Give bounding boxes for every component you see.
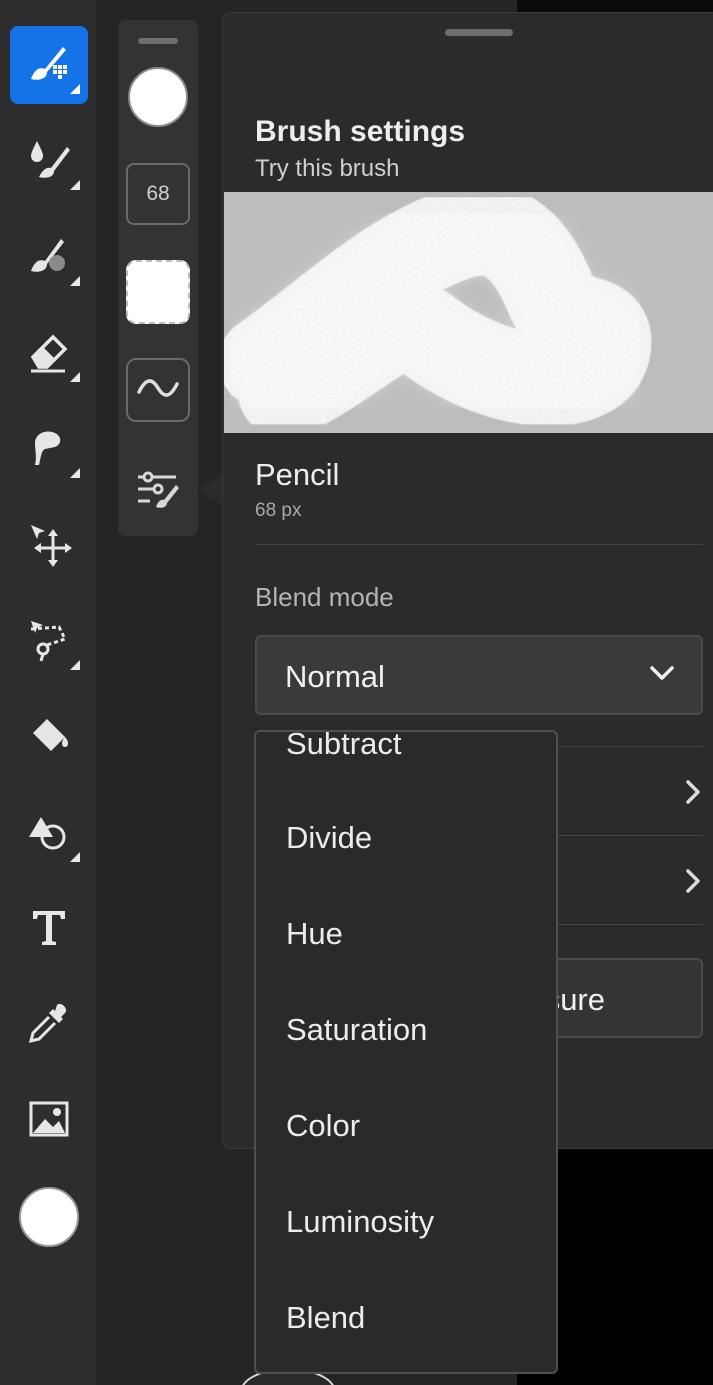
submenu-indicator-icon xyxy=(70,468,80,478)
brush-size-button[interactable]: 68 xyxy=(126,163,190,225)
mixer-brush-tool-button[interactable] xyxy=(10,122,88,200)
move-tool-button[interactable] xyxy=(10,506,88,584)
foreground-color-swatch[interactable] xyxy=(19,1187,79,1247)
image-icon xyxy=(25,1095,73,1148)
heal-tool-button[interactable] xyxy=(10,410,88,488)
eraser-icon xyxy=(25,327,73,380)
text-tool-button[interactable] xyxy=(10,890,88,968)
submenu-indicator-icon xyxy=(70,180,80,190)
paintbrush-grid-icon xyxy=(25,39,73,92)
sliders-brush-icon xyxy=(134,469,182,514)
drop-brush-icon xyxy=(25,135,73,188)
eraser-tool-button[interactable] xyxy=(10,314,88,392)
brush-tool-button[interactable] xyxy=(10,26,88,104)
brush-blob-icon xyxy=(25,231,73,284)
brush-quick-bar: 68 xyxy=(118,20,198,536)
lasso-icon xyxy=(25,615,73,668)
submenu-indicator-icon xyxy=(70,660,80,670)
brush-preview-canvas[interactable] xyxy=(224,192,713,433)
blend-mode-dropdown[interactable]: Subtract Divide Hue Saturation Color Lum… xyxy=(254,730,558,1374)
divider xyxy=(255,544,703,545)
panel-title: Brush settings xyxy=(255,115,466,148)
move-arrow-icon xyxy=(25,519,73,572)
dropdown-item-color[interactable]: Color xyxy=(286,1108,360,1144)
submenu-indicator-icon xyxy=(70,852,80,862)
popover-pointer xyxy=(198,474,224,506)
shape-tool-button[interactable] xyxy=(10,794,88,872)
blend-mode-select[interactable]: Normal xyxy=(255,635,703,715)
eyedropper-icon xyxy=(25,999,73,1052)
panel-drag-handle[interactable] xyxy=(445,29,513,36)
blend-mode-label: Blend mode xyxy=(255,582,394,612)
brush-tip-preview[interactable] xyxy=(128,67,188,127)
submenu-indicator-icon xyxy=(70,276,80,286)
shapes-icon xyxy=(25,807,73,860)
healing-icon xyxy=(25,423,73,476)
eyedropper-tool-button[interactable] xyxy=(10,986,88,1064)
tool-sidebar xyxy=(0,0,96,1385)
brush-smoothing-button[interactable] xyxy=(126,358,190,422)
drag-handle[interactable] xyxy=(138,38,178,44)
image-tool-button[interactable] xyxy=(10,1082,88,1160)
brush-name: Pencil xyxy=(255,457,340,492)
chevron-right-icon[interactable] xyxy=(685,779,701,805)
smudge-tool-button[interactable] xyxy=(10,218,88,296)
fill-tool-button[interactable] xyxy=(10,698,88,776)
dropdown-item-saturation[interactable]: Saturation xyxy=(286,1012,427,1048)
chevron-down-icon xyxy=(650,666,674,680)
wave-icon xyxy=(136,376,180,405)
dropdown-item-subtract[interactable]: Subtract xyxy=(286,732,401,762)
text-t-icon xyxy=(25,903,73,956)
brush-opacity-button[interactable] xyxy=(126,260,190,324)
paint-bucket-icon xyxy=(25,711,73,764)
dropdown-item-blend[interactable]: Blend xyxy=(286,1300,365,1336)
panel-subtitle: Try this brush xyxy=(255,155,400,182)
submenu-indicator-icon xyxy=(70,372,80,382)
brush-size-label: 68 px xyxy=(255,500,302,521)
chevron-right-icon[interactable] xyxy=(685,868,701,894)
dropdown-item-luminosity[interactable]: Luminosity xyxy=(286,1204,434,1240)
blend-mode-value: Normal xyxy=(285,659,385,694)
dropdown-item-hue[interactable]: Hue xyxy=(286,916,343,952)
brush-settings-button[interactable] xyxy=(132,468,184,514)
submenu-indicator-icon xyxy=(70,84,80,94)
dropdown-item-divide[interactable]: Divide xyxy=(286,820,372,856)
lasso-tool-button[interactable] xyxy=(10,602,88,680)
brush-size-value: 68 xyxy=(146,182,170,205)
